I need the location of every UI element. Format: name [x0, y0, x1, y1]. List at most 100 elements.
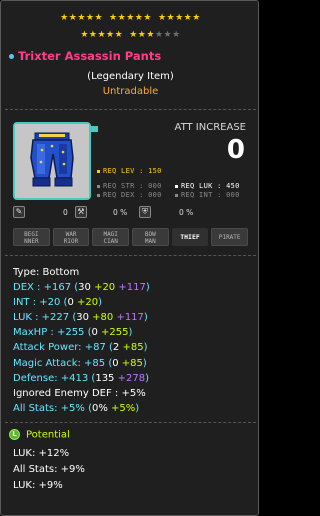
- job-warrior: WAR RIOR: [52, 228, 90, 246]
- legendary-potential-icon: L: [9, 429, 20, 440]
- stat-magic-label: Magic Attack: +85 (: [13, 357, 113, 369]
- job-warrior-line1: WAR: [65, 231, 77, 238]
- job-beginner: BEGI NNER: [13, 228, 50, 246]
- att-increase-value: 0: [226, 135, 245, 165]
- stat-dex: DEX : +167 (30 +20 +117): [13, 280, 150, 295]
- divider: [5, 255, 256, 256]
- stat-dex-label: DEX : +167 (: [13, 282, 79, 294]
- stat-int-bonus: +20: [73, 297, 99, 309]
- item-name-text: Trixter Assassin Pants: [18, 49, 162, 63]
- stat-luk-end: ): [143, 312, 148, 324]
- stat-int-end: ): [98, 297, 103, 309]
- upgrade-icons-row: ✎ 0 ⚒ 0 % ⛨ 0 %: [13, 206, 213, 220]
- stat-ignored-def: Ignored Enemy DEF : +5%: [13, 387, 146, 399]
- item-icon-frame: [13, 122, 98, 200]
- star-empty-icon: ★: [172, 30, 181, 40]
- req-int-text: REQ INT : 000: [181, 191, 240, 199]
- job-bowman-line2: MAN: [144, 238, 156, 245]
- potential-header: L Potential: [9, 429, 70, 441]
- star-force-row-2: ★★★★★ ★★★★★★: [1, 30, 260, 41]
- stat-luk: LUK : +227 (30 +80 +117): [13, 310, 150, 325]
- potential-line-3: LUK: +9%: [13, 480, 63, 491]
- job-class-bar: BEGI NNER WAR RIOR MAGI CIAN BOW MAN THIEF P…: [13, 228, 249, 246]
- req-str-text: REQ STR : 000: [103, 182, 162, 190]
- item-type: Type: Bottom: [13, 267, 80, 278]
- job-bowman: BOW MAN: [132, 228, 169, 246]
- req-dex-text: REQ DEX : 000: [103, 191, 162, 199]
- job-beginner-line2: NNER: [24, 238, 39, 245]
- req-dex: REQ DEX : 000: [97, 191, 162, 199]
- stat-all-end: ): [135, 402, 140, 414]
- item-grade: (Legendary Item): [87, 71, 174, 82]
- divider: [5, 109, 256, 110]
- stat-luk-bonus: +80: [88, 312, 114, 324]
- stat-magic-end: ): [142, 357, 147, 369]
- star-filled-icon: ★: [143, 13, 152, 23]
- stat-dex-base: 30: [78, 282, 91, 294]
- stat-luk-star: +117: [113, 312, 144, 324]
- potential-line-2: All Stats: +9%: [13, 464, 85, 475]
- trade-status: Untradable: [102, 86, 159, 97]
- stat-defense-base: 135: [95, 372, 115, 384]
- job-bowman-line1: BOW: [144, 231, 156, 238]
- job-warrior-line2: RIOR: [63, 238, 79, 245]
- star-empty-icon: ★: [154, 30, 164, 40]
- star-force-row-1: ★★★★★ ★★★★★ ★★★★★: [1, 13, 260, 24]
- stat-all-stats: All Stats: +5% (0% +5%): [13, 401, 150, 416]
- req-str: REQ STR : 000: [97, 182, 162, 190]
- upgrade-count: 0: [63, 208, 68, 217]
- stats-list: Type: Bottom DEX : +167 (30 +20 +117) IN…: [13, 265, 150, 416]
- star-filled-icon: ★: [114, 30, 124, 40]
- stat-maxhp-label: MaxHP : +255 (: [13, 327, 92, 339]
- job-magician-line2: CIAN: [103, 238, 118, 245]
- star-filled-icon: ★: [106, 30, 115, 40]
- job-magician: MAGI CIAN: [92, 228, 130, 246]
- stat-all-label: All Stats: +5% (: [13, 402, 92, 414]
- star-filled-icon: ★: [126, 13, 135, 23]
- stat-all-base: 0%: [91, 402, 108, 414]
- star-filled-icon: ★: [175, 13, 184, 23]
- star-filled-icon: ★: [94, 13, 104, 23]
- item-tooltip: ★★★★★ ★★★★★ ★★★★★ ★★★★★ ★★★★★★ Trixter Assa…: [0, 0, 259, 516]
- item-name: Trixter Assassin Pants: [9, 49, 161, 63]
- shield-icon: ⛨: [139, 206, 151, 218]
- potential-title: Potential: [26, 429, 70, 441]
- legendary-flag-icon: [90, 126, 98, 132]
- stat-maxhp: MaxHP : +255 (0 +255): [13, 325, 150, 340]
- star-filled-icon: ★: [166, 13, 176, 23]
- stat-magic: Magic Attack: +85 (0 +85): [13, 356, 150, 371]
- job-thief: THIEF: [171, 228, 209, 246]
- stat-dex-bonus: +20: [90, 282, 116, 294]
- star-filled-icon: ★: [129, 30, 138, 40]
- stat-luk-label: LUK : +227 (: [13, 312, 77, 324]
- stat-defense-label: Defense: +413 (: [13, 372, 96, 384]
- req-luk: REQ LUK : 450: [175, 182, 240, 190]
- star-filled-icon: ★: [183, 13, 193, 23]
- stat-attack-end: ): [143, 342, 148, 354]
- req-level: REQ LEV : 150: [97, 167, 162, 175]
- star-filled-icon: ★: [192, 13, 201, 23]
- stat-magic-bonus: +85: [118, 357, 143, 369]
- star-filled-icon: ★: [146, 30, 155, 40]
- stat-dex-star: +117: [115, 282, 146, 294]
- stat-int-label: INT : +20 (: [13, 297, 68, 309]
- stat-defense-star: +278: [114, 372, 146, 384]
- potential-lines: LUK: +12% All Stats: +9% LUK: +9%: [13, 446, 85, 494]
- stat-attack: Attack Power: +87 (2 +85): [13, 340, 150, 355]
- potential-line-1: LUK: +12%: [13, 448, 70, 459]
- shield-value: 0 %: [179, 208, 194, 217]
- hammer-value: 0 %: [113, 208, 128, 217]
- star-filled-icon: ★: [109, 13, 118, 23]
- job-magician-line1: MAGI: [103, 231, 118, 238]
- stat-maxhp-end: ): [128, 327, 133, 339]
- stat-int: INT : +20 (0 +20): [13, 295, 150, 310]
- req-level-text: REQ LEV : 150: [103, 167, 162, 175]
- stat-defense-end: ): [145, 372, 149, 384]
- star-filled-icon: ★: [157, 13, 167, 23]
- stat-defense: Defense: +413 (135 +278): [13, 371, 150, 386]
- stat-dex-end: ): [145, 282, 150, 294]
- star-empty-icon: ★: [163, 30, 173, 40]
- req-luk-text: REQ LUK : 450: [181, 182, 240, 190]
- star-filled-icon: ★: [60, 13, 69, 23]
- stat-maxhp-bonus: +255: [97, 327, 129, 339]
